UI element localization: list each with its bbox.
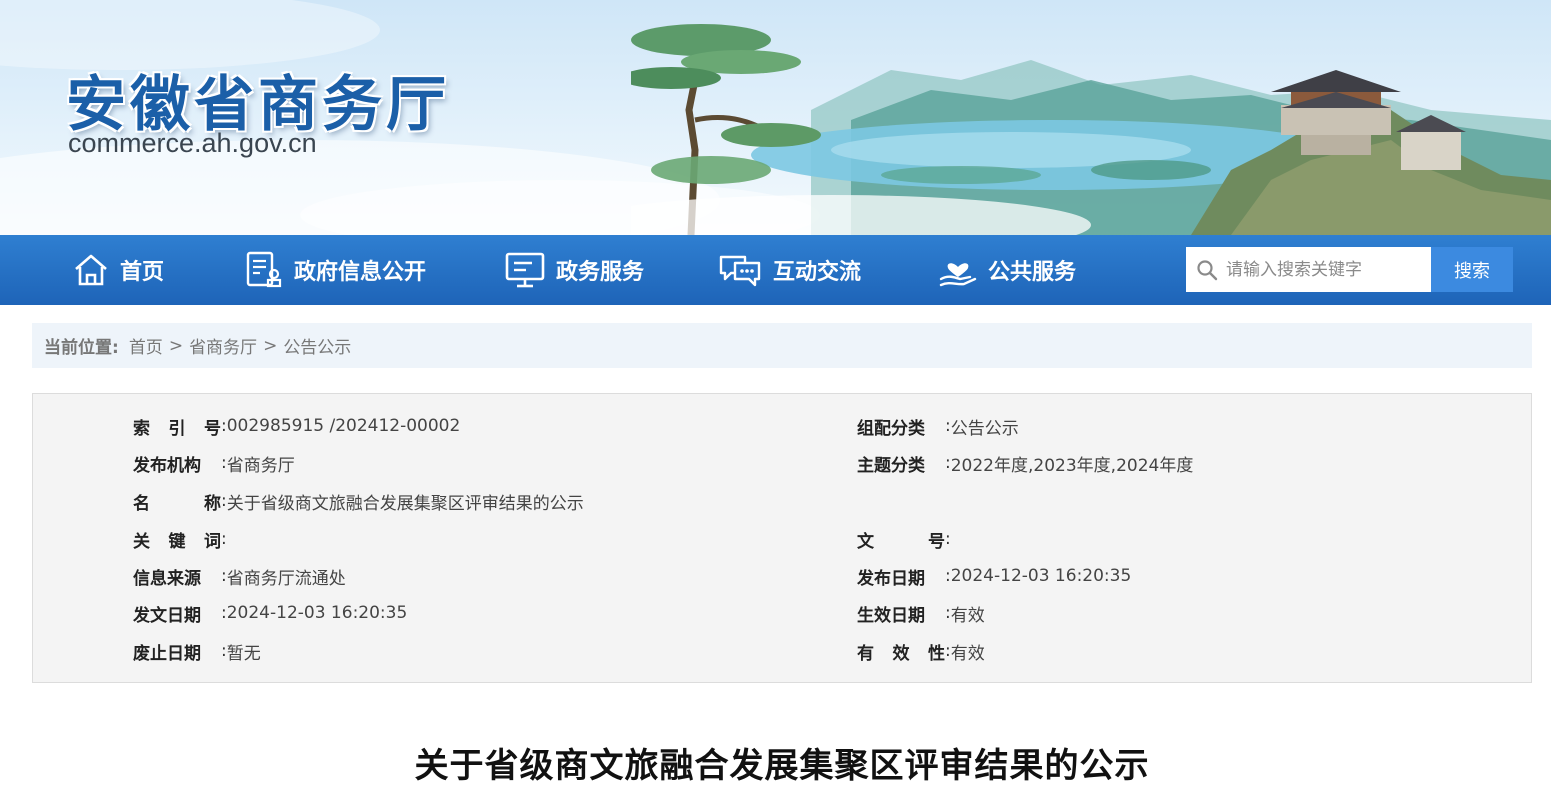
breadcrumb: 当前位置: 首页 > 省商务厅 > 公告公示 — [32, 323, 1532, 368]
meta-row-doc-no: 文号 : — [857, 527, 951, 552]
meta-row-name: 名称 : 关于省级商文旅融合发展集聚区评审结果的公示 — [133, 489, 584, 514]
search-button[interactable]: 搜索 — [1431, 247, 1513, 292]
search-input[interactable] — [1226, 259, 1426, 280]
nav-item-gov-info[interactable]: 政府信息公开 — [244, 235, 426, 305]
meta-value-publish-date: 2024-12-03 16:20:35 — [950, 566, 1132, 586]
meta-row-keywords: 关键词 : — [133, 527, 227, 552]
meta-value-publisher: 省商务厅 — [226, 455, 295, 476]
nav-item-label: 政务服务 — [556, 260, 645, 285]
meta-row-publisher: 发布机构: 省商务厅 — [133, 451, 295, 476]
nav-item-interaction[interactable]: 互动交流 — [717, 235, 861, 305]
meta-key: 组配分类 — [857, 418, 925, 439]
nav-item-gov-services[interactable]: 政务服务 — [504, 235, 644, 305]
meta-key: 发布机构 — [133, 455, 201, 476]
breadcrumb-separator: > — [263, 335, 278, 356]
meta-value-index-no: 002985915 /202412-00002 — [226, 416, 461, 436]
meta-key: 信息来源 — [133, 568, 201, 589]
meta-key: 废止日期 — [133, 643, 201, 664]
nav-item-label: 公共服务 — [988, 260, 1077, 285]
breadcrumb-label: 当前位置: — [44, 338, 119, 358]
search-bar: 搜索 — [1186, 247, 1513, 292]
meta-key: 有效性 — [857, 643, 945, 664]
meta-row-effective-date: 生效日期: 有效 — [857, 601, 985, 626]
meta-value-topic: 2022年度,2023年度,2024年度 — [950, 455, 1194, 476]
meta-key: 主题分类 — [857, 455, 925, 476]
header-banner: 安徽省商务厅 commerce.ah.gov.cn — [0, 0, 1551, 235]
meta-row-validity: 有效性 : 有效 — [857, 639, 985, 664]
breadcrumb-link-announcements[interactable]: 公告公示 — [283, 333, 351, 358]
meta-key: 关键词 — [133, 531, 221, 552]
main-nav: 首页 政府信息公开 政务服务 互动交流 公共服务 请输入搜索关键字 搜索 — [0, 235, 1551, 305]
meta-row-publish-date: 发布日期: 2024-12-03 16:20:35 — [857, 564, 1132, 589]
meta-row-topic: 主题分类: 2022年度,2023年度,2024年度 — [857, 451, 1194, 476]
monitor-icon — [505, 252, 545, 288]
nav-item-label: 政府信息公开 — [294, 260, 427, 285]
meta-key: 发布日期 — [857, 568, 925, 589]
meta-row-source: 信息来源: 省商务厅流通处 — [133, 564, 346, 589]
nav-item-label: 首页 — [120, 260, 165, 285]
hand-heart-icon — [939, 263, 977, 287]
site-domain: commerce.ah.gov.cn — [68, 128, 317, 158]
meta-row-index-no: 索引号 : 002985915 /202412-00002 — [133, 414, 461, 439]
breadcrumb-separator: > — [168, 335, 184, 356]
nav-item-public-services[interactable]: 公共服务 — [938, 235, 1076, 305]
meta-key: 名称 — [133, 493, 221, 514]
meta-key: 发文日期 — [133, 605, 201, 626]
meta-value-source: 省商务厅流通处 — [226, 568, 346, 589]
chat-bubbles-icon — [719, 255, 761, 287]
landscape-illustration — [631, 24, 1551, 235]
meta-row-category: 组配分类: 公告公示 — [857, 414, 1019, 439]
meta-key: 生效日期 — [857, 605, 925, 626]
meta-value-validity: 有效 — [950, 643, 985, 664]
home-icon — [75, 254, 107, 286]
meta-key: 索引号 — [133, 418, 221, 439]
document-stamp-icon — [246, 251, 282, 288]
meta-value-issue-date: 2024-12-03 16:20:35 — [226, 603, 408, 623]
meta-value-effective-date: 有效 — [950, 605, 985, 626]
meta-row-abolish-date: 废止日期: 暂无 — [133, 639, 261, 664]
nav-item-home[interactable]: 首页 — [72, 235, 164, 305]
breadcrumb-link-department[interactable]: 省商务厅 — [189, 333, 257, 358]
breadcrumb-link-home[interactable]: 首页 — [129, 333, 163, 358]
meta-row-issue-date: 发文日期: 2024-12-03 16:20:35 — [133, 601, 408, 626]
meta-value-abolish-date: 暂无 — [226, 643, 261, 664]
meta-value-category: 公告公示 — [950, 418, 1019, 439]
nav-item-label: 互动交流 — [773, 260, 862, 285]
article-title: 关于省级商文旅融合发展集聚区评审结果的公示 — [414, 746, 1150, 786]
meta-key: 文号 — [857, 531, 945, 552]
search-icon — [1197, 259, 1218, 280]
meta-value-name: 关于省级商文旅融合发展集聚区评审结果的公示 — [226, 493, 584, 514]
search-field[interactable] — [1186, 247, 1431, 292]
document-metadata-panel: 索引号 : 002985915 /202412-00002 发布机构: 省商务厅… — [32, 393, 1532, 683]
